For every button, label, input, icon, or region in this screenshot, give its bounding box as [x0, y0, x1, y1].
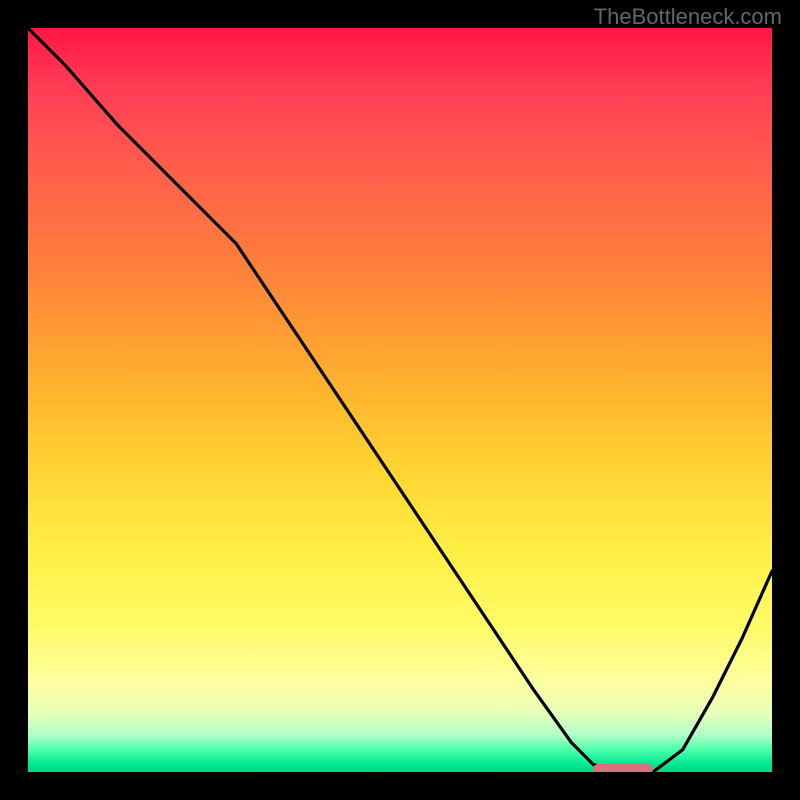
watermark-text: TheBottleneck.com — [594, 4, 782, 30]
plot-area — [28, 28, 772, 772]
optimum-marker — [593, 764, 653, 772]
bottleneck-curve — [28, 28, 772, 772]
